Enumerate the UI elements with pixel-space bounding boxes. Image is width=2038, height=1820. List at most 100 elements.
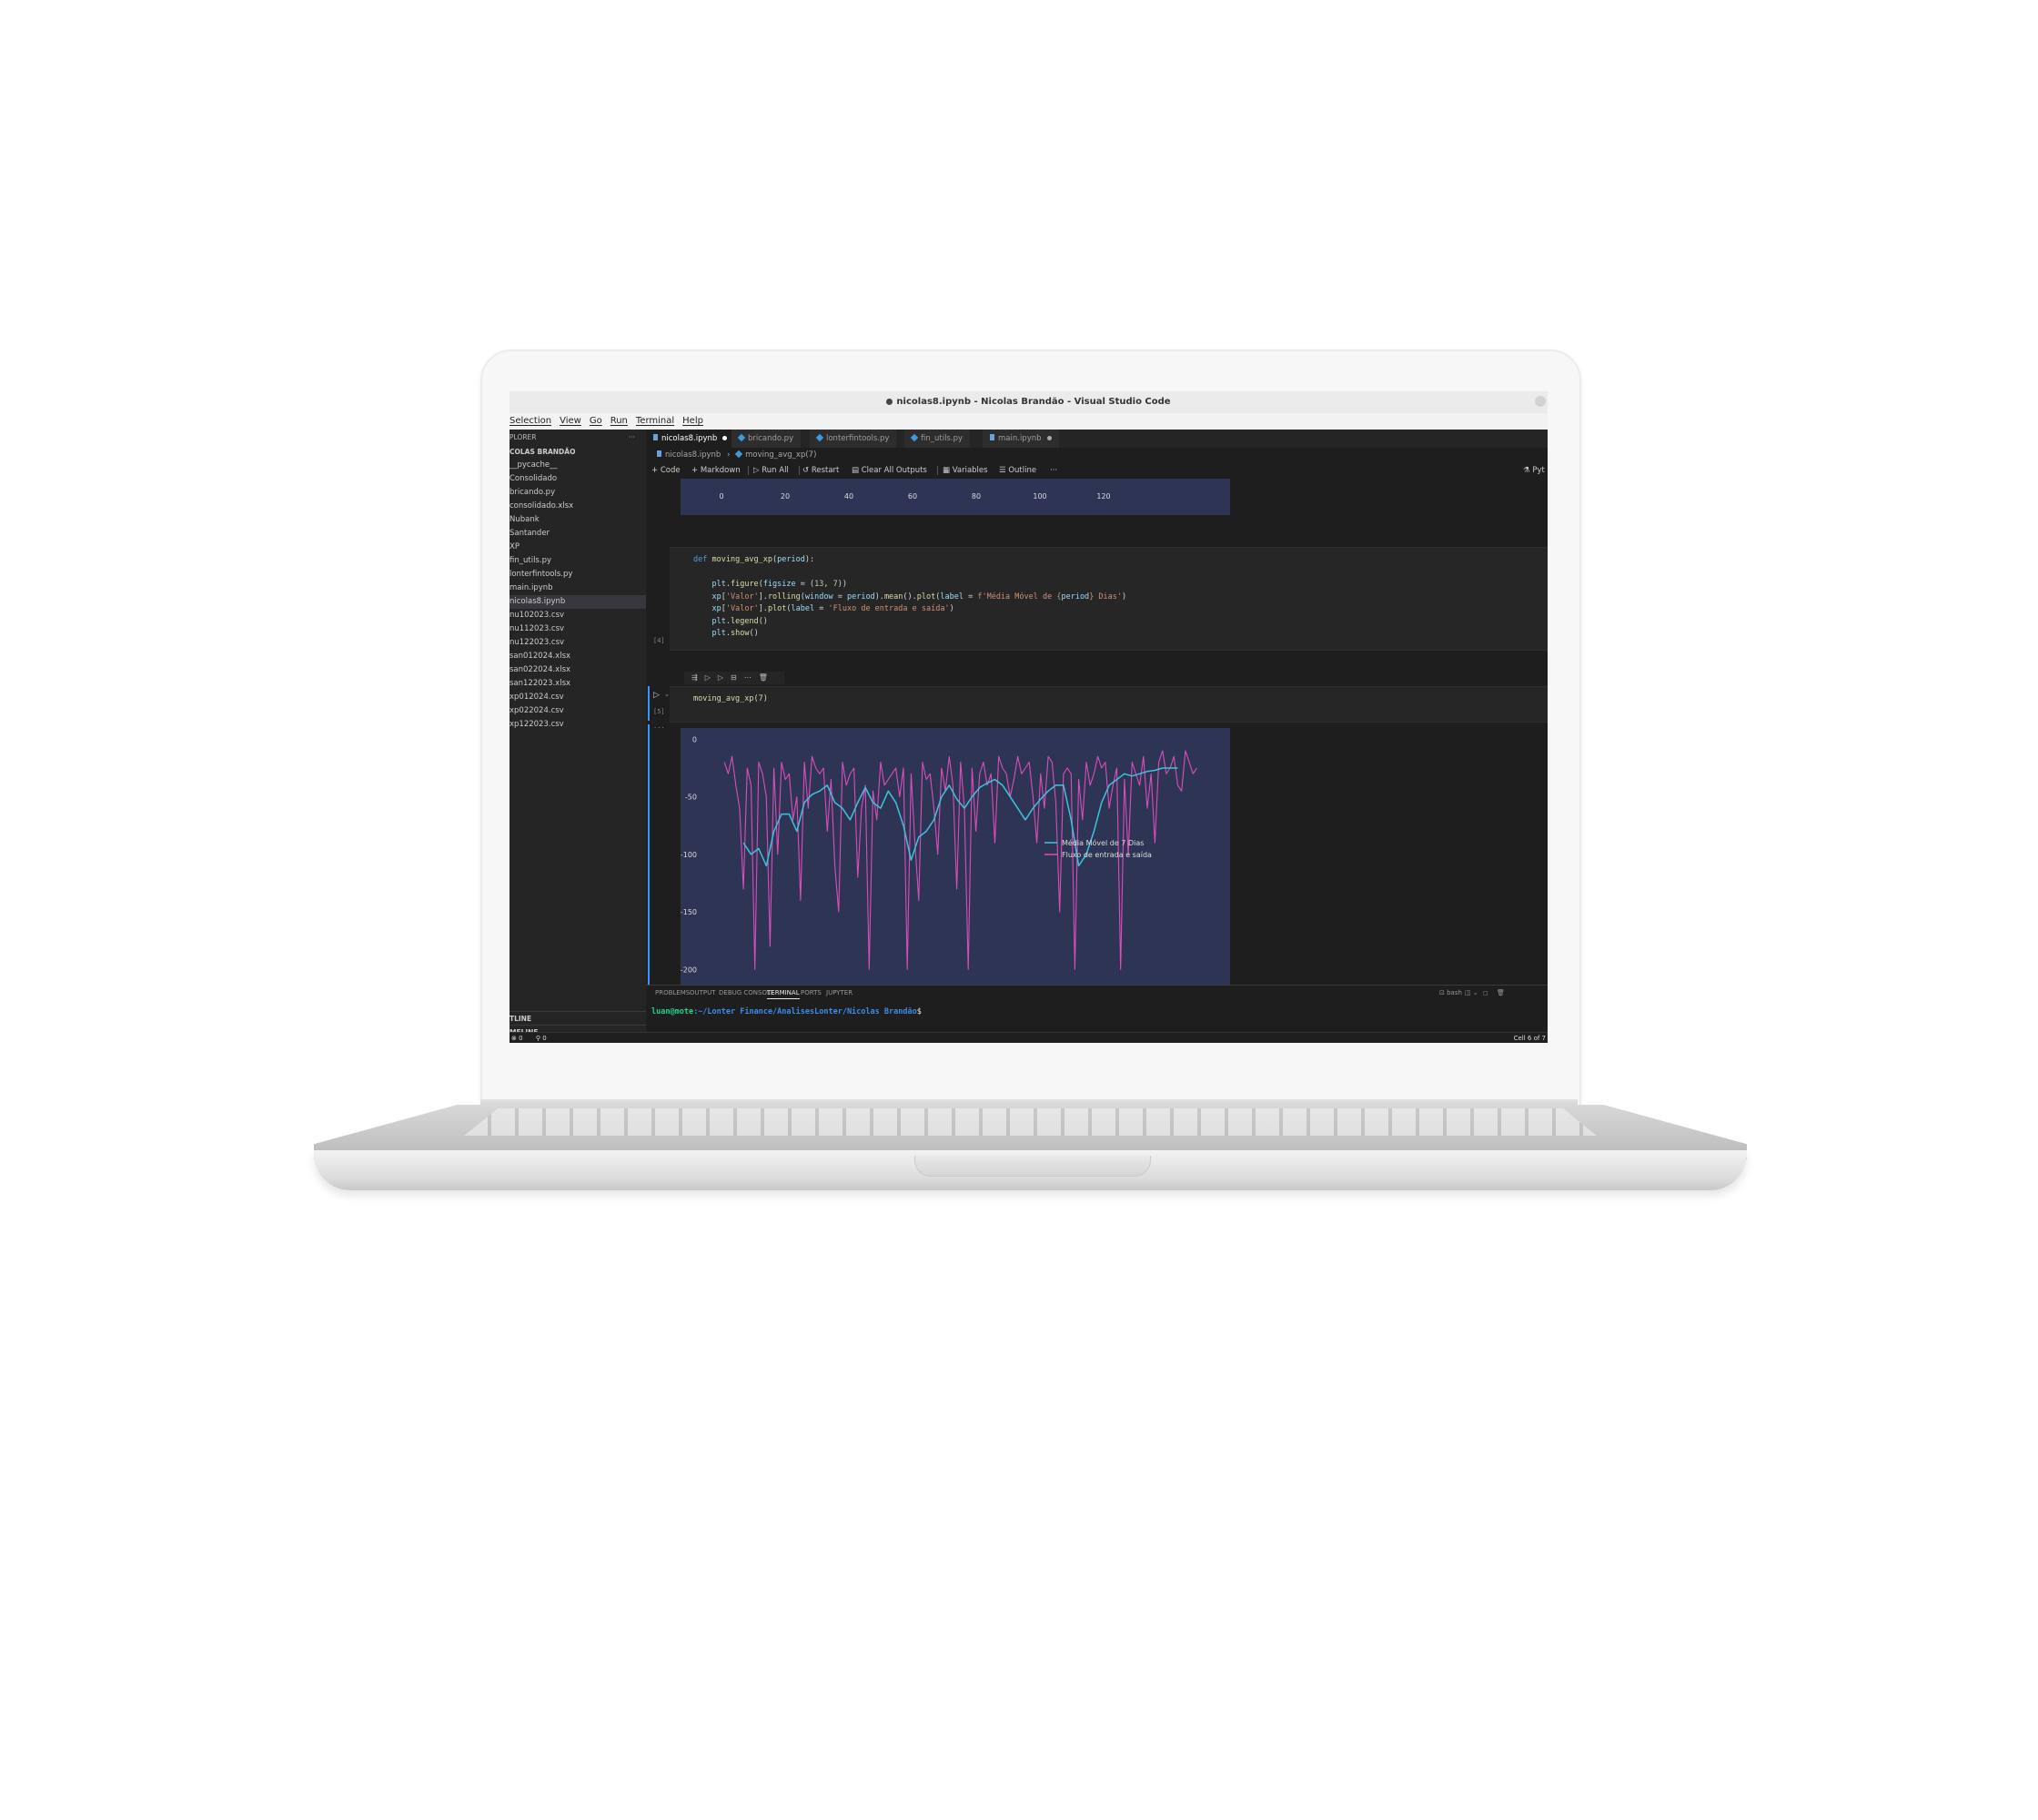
more-icon[interactable]: ⋯: [744, 673, 752, 682]
menubar: Selection View Go Run Terminal Help: [510, 413, 1548, 430]
x-tick-label: 0: [719, 492, 723, 500]
delete-icon[interactable]: 🗑: [759, 673, 768, 682]
tab-fin-utils[interactable]: fin_utils.py: [904, 430, 971, 448]
outline-button[interactable]: ☰ Outline: [999, 462, 1036, 479]
explorer-item[interactable]: __pycache__: [510, 459, 646, 472]
variables-button[interactable]: ▦ Variables: [943, 462, 988, 479]
outline-section[interactable]: TLINE: [510, 1011, 646, 1026]
explorer-more-button[interactable]: ···: [629, 430, 635, 446]
explorer-item[interactable]: Nubank: [510, 513, 646, 527]
execute-above-icon[interactable]: ▷: [705, 673, 711, 682]
code-line[interactable]: plt.legend(): [693, 617, 1126, 630]
tab-lonterfintools[interactable]: lonterfintools.py: [810, 430, 898, 448]
x-tick-label: 80: [972, 492, 981, 500]
explorer-root-folder[interactable]: COLAS BRANDÃO: [510, 446, 646, 459]
x-tick-label: 60: [908, 492, 917, 500]
call-code[interactable]: moving_avg_xp(7): [693, 694, 768, 703]
outline-label: Outline: [1008, 466, 1037, 475]
cell-position[interactable]: Cell 6 of 7: [1514, 1033, 1546, 1043]
explorer-item[interactable]: bricando.py: [510, 486, 646, 500]
series-line-flow: [723, 750, 1197, 970]
terminal-prompt[interactable]: luan@mote:~/Lonter Finance/AnalisesLonte…: [651, 1007, 922, 1016]
code-line[interactable]: plt.figure(figsize = (13, 7)): [693, 580, 1126, 592]
errors-indicator[interactable]: ⊗ 0: [511, 1035, 523, 1042]
explorer-item[interactable]: san122023.xlsx: [510, 677, 646, 691]
explorer-item[interactable]: XP: [510, 541, 646, 554]
menu-help[interactable]: Help: [682, 416, 703, 426]
add-code-button[interactable]: + Code: [651, 462, 681, 479]
explorer-item[interactable]: san022024.xlsx: [510, 663, 646, 677]
menu-view[interactable]: View: [560, 416, 581, 426]
panel-tab-terminal[interactable]: TERMINAL: [767, 989, 800, 999]
add-markdown-button[interactable]: + Markdown: [691, 462, 741, 479]
panel-tab-jupyter[interactable]: JUPYTER: [826, 989, 853, 996]
menu-selection[interactable]: Selection: [510, 416, 551, 426]
split-cell-icon[interactable]: ⊟: [731, 673, 737, 682]
ports-count: 0: [542, 1035, 547, 1042]
explorer-item[interactable]: nicolas8.ipynb: [510, 595, 646, 609]
output-focus-indicator: [648, 724, 650, 985]
chevron-down-icon[interactable]: ⌄: [664, 691, 670, 698]
cell-execution-count: [5]: [653, 708, 665, 715]
y-tick-label: 0: [692, 735, 697, 743]
explorer-item[interactable]: xp012024.csv: [510, 691, 646, 704]
restart-button[interactable]: ↺ Restart: [802, 462, 839, 479]
explorer-item[interactable]: xp122023.csv: [510, 718, 646, 732]
menu-terminal[interactable]: Terminal: [636, 416, 674, 426]
error-icon: ⊗: [511, 1035, 517, 1042]
x-tick-label: 20: [781, 492, 790, 500]
code-line[interactable]: def moving_avg_xp(period):: [693, 555, 1126, 568]
explorer-item[interactable]: xp022024.csv: [510, 704, 646, 718]
menu-run[interactable]: Run: [610, 416, 628, 426]
code-editor[interactable]: def moving_avg_xp(period): plt.figure(fi…: [693, 555, 1126, 642]
broadcast-icon: ⚲: [535, 1035, 540, 1042]
status-bar: ⊗ 0 ⚲ 0 Cell 6 of 7: [510, 1032, 1548, 1043]
tab-bricando[interactable]: bricando.py: [731, 430, 802, 448]
code-line[interactable]: xp['Valor'].plot(label = 'Fluxo de entra…: [693, 604, 1126, 617]
toolbar-divider: [937, 466, 938, 475]
explorer-header: PLORER ···: [510, 430, 646, 446]
trash-icon[interactable]: 🗑: [1497, 989, 1505, 996]
notebook-icon: [990, 434, 994, 440]
code-line[interactable]: [693, 568, 1126, 581]
explorer-item[interactable]: main.ipynb: [510, 581, 646, 595]
moving-average-chart: 0 -50 -100 -150 -200 Média Móvel de 7 Dias Flu…: [681, 735, 1197, 974]
run-cell-icon[interactable]: ▷: [653, 691, 660, 700]
explorer-item[interactable]: consolidado.xlsx: [510, 500, 646, 513]
panel-tab-problems[interactable]: PROBLEMS: [655, 989, 690, 996]
clear-outputs-button[interactable]: ▤ Clear All Outputs: [852, 462, 927, 479]
menu-go[interactable]: Go: [590, 416, 602, 426]
add-markdown-label: Markdown: [700, 466, 741, 475]
output-marker[interactable]: ···: [653, 724, 665, 732]
y-tick-label: -150: [681, 908, 697, 916]
code-cell-call[interactable]: [670, 686, 1548, 723]
maximize-panel-icon[interactable]: ◻: [1483, 989, 1488, 996]
tab-main[interactable]: main.ipynb: [983, 430, 1060, 448]
window-minimize-button[interactable]: [1535, 396, 1546, 407]
tab-nicolas8[interactable]: nicolas8.ipynb: [646, 430, 736, 448]
split-terminal-icon[interactable]: ◫ ⌄: [1465, 989, 1478, 996]
code-line[interactable]: xp['Valor'].rolling(window = period).mea…: [693, 592, 1126, 605]
explorer-item[interactable]: Santander: [510, 527, 646, 541]
execute-below-icon[interactable]: ▷: [718, 673, 723, 682]
explorer-item[interactable]: nu122023.csv: [510, 636, 646, 650]
kernel-picker[interactable]: ⚗ Pyt: [1523, 462, 1545, 479]
run-all-button[interactable]: ▷ Run All: [753, 462, 789, 479]
explorer-item[interactable]: lonterfintools.py: [510, 568, 646, 581]
explorer-item[interactable]: Consolidado: [510, 472, 646, 486]
run-by-line-icon[interactable]: ⇶: [691, 673, 698, 682]
toolbar-more-button[interactable]: ···: [1050, 462, 1057, 479]
explorer-item[interactable]: san012024.xlsx: [510, 650, 646, 663]
notebook-icon: [653, 434, 658, 440]
code-line[interactable]: plt.show(): [693, 629, 1126, 642]
ports-indicator[interactable]: ⚲ 0: [536, 1035, 547, 1042]
explorer-item[interactable]: nu102023.csv: [510, 609, 646, 622]
breadcrumb-symbol[interactable]: moving_avg_xp(7): [745, 450, 816, 460]
panel-tab-output[interactable]: OUTPUT: [690, 989, 716, 996]
breadcrumb-file[interactable]: nicolas8.ipynb: [665, 450, 721, 460]
explorer-item[interactable]: fin_utils.py: [510, 554, 646, 568]
explorer-item[interactable]: nu112023.csv: [510, 622, 646, 636]
terminal-shell-selector[interactable]: ⊡ bash: [1439, 989, 1462, 996]
explorer-file-list: __pycache__ Consolidado bricando.py consoli…: [510, 459, 646, 732]
panel-tab-ports[interactable]: PORTS: [801, 989, 822, 996]
